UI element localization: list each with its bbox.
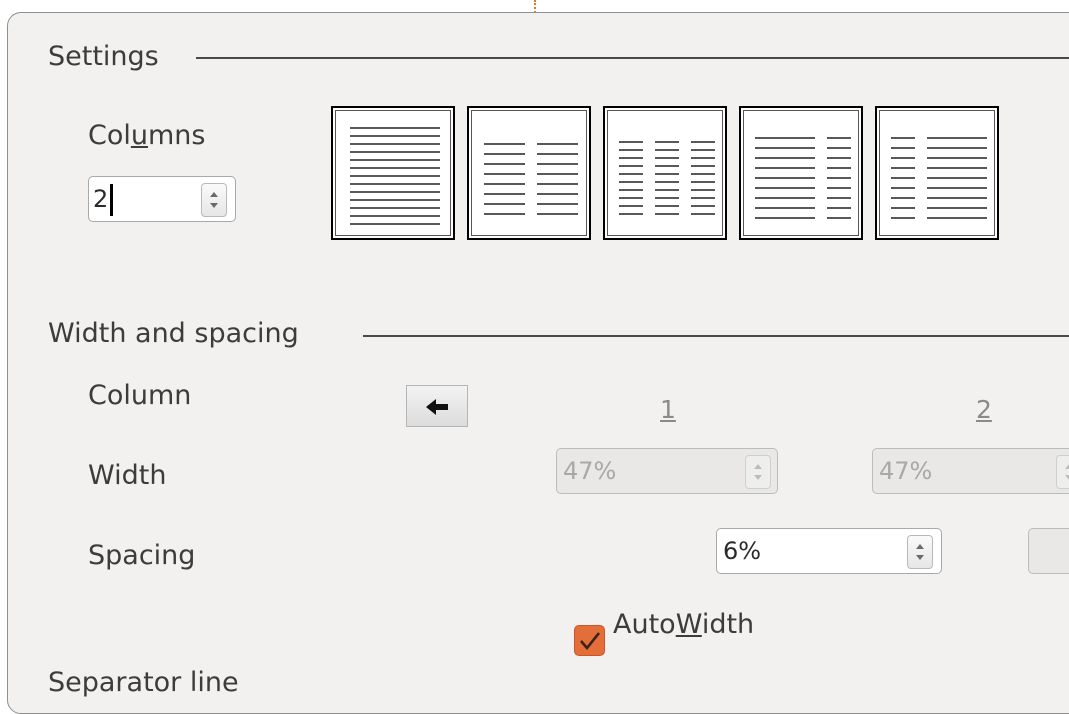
columns-label-text-end: mns	[148, 120, 206, 151]
settings-section-title: Settings	[48, 41, 159, 72]
column-label: Column	[88, 380, 192, 411]
spacing-value[interactable]: 6%	[723, 537, 761, 565]
width-column-2-value[interactable]: 47%	[879, 457, 932, 485]
settings-rule	[196, 57, 1069, 59]
width-spacing-rule	[363, 335, 1069, 337]
spacing-label: Spacing	[88, 540, 196, 571]
width-label: Width	[88, 460, 167, 491]
autowidth-checkbox[interactable]	[574, 625, 605, 656]
preset-one-column[interactable]	[331, 106, 455, 240]
width-column-1-value[interactable]: 47%	[563, 457, 616, 485]
width-2-spin-buttons[interactable]	[1056, 455, 1069, 489]
spacing-spinbox[interactable]: 6%	[716, 528, 942, 574]
column-1-header: 1	[660, 395, 676, 424]
text-cursor	[110, 184, 113, 216]
preset-three-columns[interactable]	[603, 106, 727, 240]
autowidth-label-text[interactable]: Auto	[613, 609, 676, 640]
spacing-spin-buttons[interactable]	[907, 535, 933, 569]
checkmark-icon	[580, 632, 601, 651]
columns-spinbox[interactable]: 2	[88, 176, 236, 222]
preset-two-columns-left-larger[interactable]	[739, 106, 863, 240]
increment-icon[interactable]	[210, 192, 218, 197]
width-column-1-spinbox[interactable]: 47%	[556, 448, 778, 494]
autowidth-label-mnemonic[interactable]: W	[676, 609, 702, 640]
column-2-header: 2	[976, 395, 992, 424]
increment-icon[interactable]	[1065, 464, 1069, 469]
right-larger-columns-icon	[891, 137, 987, 219]
decrement-icon[interactable]	[1065, 475, 1069, 480]
decrement-icon[interactable]	[754, 475, 762, 480]
columns-value[interactable]: 2	[93, 185, 108, 213]
spacing-column-2-spinbox[interactable]	[1028, 528, 1069, 574]
width-column-2-spinbox[interactable]: 47%	[872, 448, 1069, 494]
autowidth-label-text-end[interactable]: idth	[702, 609, 754, 640]
previous-column-button[interactable]	[406, 385, 468, 427]
arrow-left-icon	[426, 399, 448, 415]
columns-dialog: Settings Columns 2 Width and spacing Col…	[7, 12, 1069, 714]
three-columns-icon	[619, 141, 715, 215]
autowidth-label[interactable]: AutoWidth	[613, 609, 754, 640]
decrement-icon[interactable]	[210, 203, 218, 208]
one-column-icon	[350, 127, 440, 225]
columns-label: Columns	[88, 120, 205, 151]
decrement-icon[interactable]	[916, 555, 924, 560]
left-larger-columns-icon	[755, 137, 851, 219]
width-1-spin-buttons[interactable]	[745, 455, 771, 489]
two-columns-icon	[484, 143, 578, 215]
columns-label-mnemonic: u	[130, 120, 148, 151]
increment-icon[interactable]	[916, 544, 924, 549]
preset-two-columns[interactable]	[467, 106, 591, 240]
preset-two-columns-right-larger[interactable]	[875, 106, 999, 240]
columns-spin-buttons[interactable]	[201, 183, 227, 217]
columns-label-text: Col	[88, 120, 131, 151]
separator-section-title: Separator line	[48, 667, 239, 698]
increment-icon[interactable]	[754, 464, 762, 469]
width-spacing-section-title: Width and spacing	[48, 318, 299, 349]
